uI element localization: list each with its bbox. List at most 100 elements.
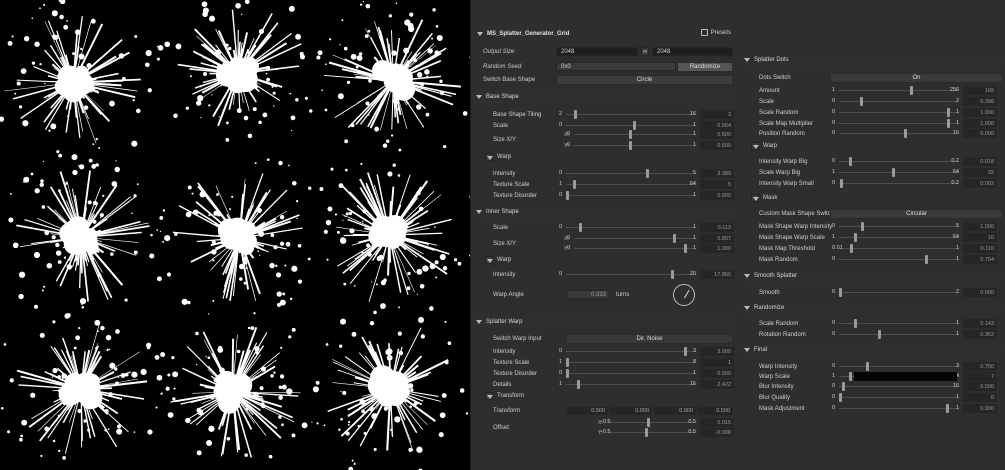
base-warp-intensity-value[interactable]: 3.389 xyxy=(700,169,734,178)
dots-amount-slider[interactable]: 1 256 169 xyxy=(832,86,997,95)
splatter-warp-texture-disorder-value[interactable]: 0.000 xyxy=(700,369,734,378)
mask-random-handle[interactable] xyxy=(924,255,928,264)
random-seed-field[interactable]: 0x0 xyxy=(556,62,676,71)
randomize-scale-random-handle[interactable] xyxy=(854,319,858,328)
dots-scale-random-value[interactable]: 1.000 xyxy=(963,108,997,117)
smooth-value[interactable]: 0.000 xyxy=(963,288,997,297)
final-blur-quality-value[interactable]: 0 xyxy=(963,393,997,402)
warp-angle-field[interactable]: 0.333 xyxy=(566,290,610,299)
dots-warp-subheader[interactable]: Warp xyxy=(751,141,777,151)
mask-shape-warp-intensity-value[interactable]: 1.000 xyxy=(963,222,997,231)
final-warp-scale-value[interactable]: 7 xyxy=(963,372,997,381)
splatter-dots-header[interactable]: Splatter Dots xyxy=(744,55,789,65)
splatter-warp-texture-scale-handle[interactable] xyxy=(566,358,569,367)
splatter-warp-texture-disorder-slider[interactable]: 0 1 0.000 xyxy=(559,369,734,378)
transform-field-2[interactable]: 0.000 xyxy=(610,407,652,415)
inner-scale-slider[interactable]: 0 1 0.113 xyxy=(559,223,734,232)
final-warp-intensity-handle[interactable] xyxy=(866,362,869,371)
collapse-caret-icon[interactable] xyxy=(477,32,483,36)
final-blur-quality-slider[interactable]: 010 xyxy=(832,393,997,402)
base-size-x-handle[interactable] xyxy=(629,130,632,139)
intensity-warp-big-handle[interactable] xyxy=(848,157,852,166)
base-texture-disorder-handle[interactable] xyxy=(566,191,569,200)
mask-map-threshold-value[interactable]: 0.110 xyxy=(963,244,997,253)
output-size-width-select[interactable]: 2048 xyxy=(556,47,638,56)
splatter-warp-details-slider[interactable]: 1 16 2.422 xyxy=(559,380,734,389)
dots-scale-slider[interactable]: 0 2 0.398 xyxy=(832,97,997,106)
intensity-warp-big-slider[interactable]: 0 0.2 0.018 xyxy=(832,157,997,166)
output-size-height-select[interactable]: 2048 xyxy=(652,47,733,56)
offset-x-slider[interactable]: -0.5 0.5 0.015 xyxy=(601,418,734,427)
randomize-button[interactable]: Randomize xyxy=(677,62,733,72)
dots-switch-dropdown[interactable]: On xyxy=(830,73,1003,83)
scale-warp-big-handle[interactable] xyxy=(892,168,896,177)
splatter-warp-texture-scale-value[interactable]: 1 xyxy=(700,358,734,367)
randomize-rotation-random-handle[interactable] xyxy=(878,330,882,339)
intensity-warp-small-value[interactable]: 0.002 xyxy=(963,179,997,188)
final-blur-intensity-value[interactable]: 0.500 xyxy=(963,382,997,391)
mask-shape-warp-scale-handle[interactable] xyxy=(854,233,858,242)
inner-shape-header[interactable]: Inner Shape xyxy=(476,207,519,217)
scale-warp-big-value[interactable]: 32 xyxy=(963,168,997,177)
final-mask-adjustment-value[interactable]: 0.990 xyxy=(963,404,997,413)
intensity-warp-big-value[interactable]: 0.018 xyxy=(963,157,997,166)
randomize-rotation-random-slider[interactable]: 0 1 0.362 xyxy=(832,330,997,339)
randomize-header[interactable]: Randomize xyxy=(744,303,784,313)
base-texture-disorder-value[interactable]: 0.000 xyxy=(700,191,734,200)
final-blur-intensity-slider[interactable]: 0 16 0.500 xyxy=(832,382,997,391)
mask-map-threshold-slider[interactable]: 0.01 1 0.110 xyxy=(832,244,997,253)
inner-warp-intensity-value[interactable]: 17.860 xyxy=(700,270,734,279)
dots-position-random-slider[interactable]: 0 10 6.000 xyxy=(832,129,997,138)
base-size-x-slider[interactable]: 0 1 0.500 xyxy=(567,130,734,139)
intensity-warp-small-handle[interactable] xyxy=(840,179,844,188)
splatter-warp-details-value[interactable]: 2.422 xyxy=(700,380,734,389)
base-shape-scale-value[interactable]: 0.564 xyxy=(700,121,734,130)
base-warp-intensity-slider[interactable]: 0 5 3.389 xyxy=(559,169,734,178)
inner-size-y-slider[interactable]: 0 1 1.000 xyxy=(567,244,734,253)
dots-scale-random-slider[interactable]: 0 1 1.000 xyxy=(832,108,997,117)
base-size-y-slider[interactable]: 0 1 0.500 xyxy=(567,141,734,150)
splatter-warp-intensity-handle[interactable] xyxy=(684,347,687,356)
dots-mask-subheader[interactable]: Mask xyxy=(751,193,777,203)
smooth-handle[interactable] xyxy=(839,288,842,297)
dots-amount-value[interactable]: 169 xyxy=(963,86,997,95)
dots-scale-map-multiplier-value[interactable]: 1.000 xyxy=(963,119,997,128)
base-shape-tiling-value[interactable]: 3 xyxy=(700,110,734,119)
dots-scale-map-multiplier-handle[interactable] xyxy=(947,119,950,128)
randomize-scale-random-value[interactable]: 0.143 xyxy=(963,319,997,328)
mask-shape-warp-scale-value[interactable]: 10 xyxy=(963,233,997,242)
final-mask-adjustment-slider[interactable]: 0 1 0.990 xyxy=(832,404,997,413)
base-texture-scale-value[interactable]: 5 xyxy=(700,180,734,189)
base-warp-subheader[interactable]: Warp xyxy=(485,152,511,162)
splatter-warp-texture-disorder-handle[interactable] xyxy=(566,369,569,378)
dots-position-random-value[interactable]: 6.000 xyxy=(963,129,997,138)
base-texture-scale-handle[interactable] xyxy=(573,180,577,189)
inner-warp-intensity-handle[interactable] xyxy=(671,270,675,279)
base-texture-scale-slider[interactable]: 1 64 5 xyxy=(559,180,734,189)
mask-random-slider[interactable]: 0 1 0.794 xyxy=(832,255,997,264)
splatter-warp-intensity-value[interactable]: 3.000 xyxy=(700,347,734,356)
base-size-y-handle[interactable] xyxy=(629,141,632,150)
offset-x-value[interactable]: 0.015 xyxy=(700,418,734,427)
inner-warp-subheader[interactable]: Warp xyxy=(485,255,511,265)
mask-shape-warp-intensity-handle[interactable] xyxy=(860,222,864,231)
dots-amount-handle[interactable] xyxy=(910,86,914,95)
intensity-warp-small-slider[interactable]: 0 0.2 0.002 xyxy=(832,179,997,188)
base-size-x-value[interactable]: 0.500 xyxy=(700,130,734,139)
inner-scale-value[interactable]: 0.113 xyxy=(700,223,734,232)
presets-button[interactable]: Presets xyxy=(700,29,731,36)
transform-field-4[interactable]: 0.500 xyxy=(698,407,733,415)
mask-map-threshold-handle[interactable] xyxy=(849,244,853,253)
offset-y-value[interactable]: -0.008 xyxy=(700,428,734,437)
base-texture-disorder-slider[interactable]: 0 1 0.000 xyxy=(559,191,734,200)
base-warp-intensity-handle[interactable] xyxy=(646,169,649,178)
final-warp-intensity-value[interactable]: 0.750 xyxy=(963,362,997,371)
inner-warp-intensity-slider[interactable]: 0 20 17.860 xyxy=(559,270,734,279)
splatter-preview-viewport[interactable] xyxy=(0,0,470,470)
smooth-slider[interactable]: 0 2 0.000 xyxy=(832,288,997,297)
final-header[interactable]: Final xyxy=(744,345,767,355)
mask-random-value[interactable]: 0.794 xyxy=(963,255,997,264)
inner-scale-handle[interactable] xyxy=(579,223,583,232)
custom-mask-shape-switch-dropdown[interactable]: Circular xyxy=(830,209,1003,219)
smooth-splatter-header[interactable]: Smooth Splatter xyxy=(744,271,797,281)
